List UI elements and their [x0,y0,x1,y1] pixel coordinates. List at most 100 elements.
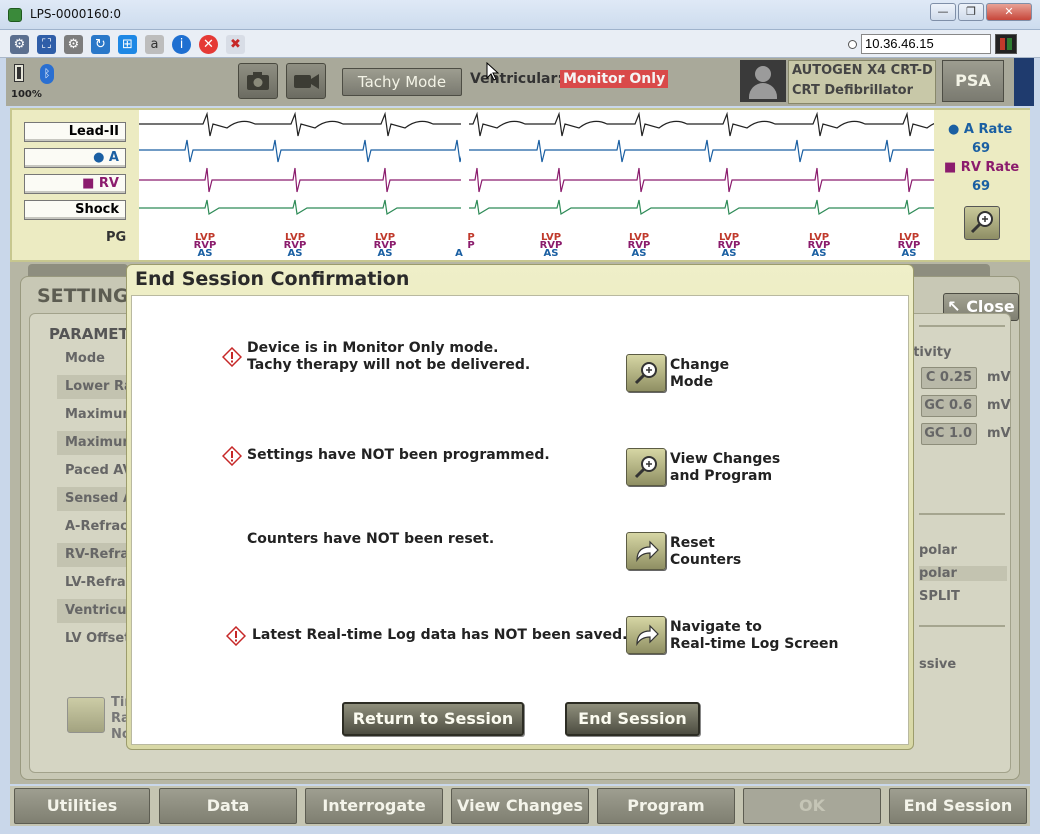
rv-rate-label: ■ RV Rate [944,160,1020,175]
patient-avatar-icon[interactable] [740,60,786,102]
utilities-button[interactable]: Utilities [14,788,150,824]
refresh-icon[interactable]: ↻ [91,35,110,54]
sensitivity-value-1[interactable]: C 0.25 [921,367,977,389]
maximize-button[interactable]: ❐ [958,3,984,21]
ecg-panel: Lead-II ● A ■ RV Shock PG LVP RVP AS LVP RVP… [10,108,1030,262]
info-icon[interactable]: i [172,35,191,54]
marker-as: A [455,248,463,259]
marker-as: AS [198,248,213,259]
polarity-1: polar [919,543,957,558]
message-counters-not-reset: Counters have NOT been reset. [247,531,495,547]
return-to-session-button[interactable]: Return to Session [342,702,524,736]
marker-as: AS [902,248,917,259]
marker-as: AS [632,248,647,259]
change-mode-button[interactable] [626,354,666,392]
ip-address-field[interactable]: 10.36.46.15 [861,34,991,54]
device-model: AUTOGEN X4 CRT-D [792,63,933,78]
marker-as: AS [722,248,737,259]
connection-status-icon [995,34,1017,54]
magnifier-icon [634,456,657,479]
network-icon[interactable]: ⚙ [10,35,29,54]
pg-label: PG [106,230,127,245]
sensitivity-value-3[interactable]: GC 1.0 [921,423,977,445]
lead-rv-button[interactable]: ■ RV [24,174,126,194]
rate-panel: ● A Rate 69 ■ RV Rate 69 [934,110,1030,260]
program-button[interactable]: Program [597,788,735,824]
forward-arrow-icon [636,624,659,647]
video-camera-icon [294,74,319,89]
interrogate-button[interactable]: Interrogate [305,788,443,824]
settings-gear-icon[interactable]: ⚙ [64,35,83,54]
view-changes-button[interactable]: View Changes [451,788,589,824]
navigate-log-label: Navigate to Real-time Log Screen [670,619,839,652]
window-titlebar: LPS-0000160:0 — ❐ ✕ [0,0,1040,30]
marker-as: AS [544,248,559,259]
change-mode-label: Change Mode [670,357,730,390]
end-session-button[interactable]: End Session [889,788,1027,824]
fullscreen-icon[interactable]: ⛶ [37,35,56,54]
battery-percent: 100% [11,89,42,100]
reset-counters-button[interactable] [626,532,666,570]
lead-a-button[interactable]: ● A [24,148,126,168]
sensitivity-unit-2: mV [987,398,1011,413]
tachy-mode-button[interactable]: Tachy Mode [342,68,462,96]
end-session-confirm-button[interactable]: End Session [565,702,700,736]
lead-shock-button[interactable]: Shock [24,200,126,220]
toolbar-icons: ⚙ ⛶ ⚙ ↻ ⊞ a i ✕ ✖ [10,35,245,54]
rv-rate-value: 69 [972,179,991,194]
windows-icon[interactable]: ⊞ [118,35,137,54]
navigate-log-button[interactable] [626,616,666,654]
sensitivity-unit-3: mV [987,426,1011,441]
message-monitor-only: Device is in Monitor Only mode. Tachy th… [247,340,531,373]
view-changes-program-button[interactable] [626,448,666,486]
polarity-2: polar [919,566,1007,581]
sensitivity-value-2[interactable]: GC 0.6 [921,395,977,417]
marker-as: AS [288,248,303,259]
camera-button[interactable] [238,63,278,99]
parameters-heading: PARAMET [49,325,129,343]
background-zoom-button[interactable] [67,697,105,733]
bottom-navigation: Utilities Data Interrogate View Changes … [10,786,1030,826]
minimize-button[interactable]: — [930,3,956,21]
a-rate-label: ● A Rate [948,122,1013,137]
ecg-waveform: LVPRVPASLVPRVPASLVPRVPAS APPLVPRVPASLVPRV… [139,110,956,260]
window-title: LPS-0000160:0 [30,7,121,21]
ventricular-label: Ventricular: [470,71,563,87]
header-edge [1014,58,1034,106]
close-window-button[interactable]: ✕ [986,3,1032,21]
lead-ii-button[interactable]: Lead-II [24,122,126,142]
shock-trace [139,199,935,215]
forward-arrow-icon [636,540,659,563]
section-divider [919,625,1005,627]
ecg-traces: LVP RVP AS LVP RVP AS LVP RVP AS A P P LVP RVP AS LVP RV… [139,110,956,260]
marker-as: AS [378,248,393,259]
data-button[interactable]: Data [159,788,297,824]
ok-button[interactable]: OK [743,788,881,824]
marker-rvp: P [467,240,474,251]
rv-trace [139,167,935,193]
warning-icon [222,347,242,367]
psa-button[interactable]: PSA [942,60,1004,102]
ventricular-status-badge: Monitor Only [560,70,669,88]
ip-radio[interactable] [848,39,857,49]
camera-icon [247,72,269,90]
end-session-dialog: End Session Confirmation Device is in Mo… [126,264,914,750]
marker-as: AS [812,248,827,259]
dialog-body: Device is in Monitor Only mode. Tachy th… [131,295,909,745]
app-icon [8,8,22,22]
ssive-label: ssive [919,657,957,672]
app-header: ᛒ 100% Tachy Mode Ventricular: Monitor O… [6,58,1034,106]
sensitivity-unit-1: mV [987,370,1011,385]
lead-ii-trace [139,111,956,137]
zoom-button[interactable] [964,206,1000,240]
window-controls: — ❐ ✕ [930,3,1032,21]
section-divider [919,513,1005,515]
magnifier-icon [634,362,657,385]
toolbar: ⚙ ⛶ ⚙ ↻ ⊞ a i ✕ ✖ 10.36.46.15 [0,30,1040,58]
stop-icon[interactable]: ✕ [199,35,218,54]
battery-icon [14,64,24,82]
disconnect-icon[interactable]: ✖ [226,35,245,54]
atrial-trace [139,139,935,163]
keyboard-icon[interactable]: a [145,35,164,54]
video-button[interactable] [286,63,326,99]
